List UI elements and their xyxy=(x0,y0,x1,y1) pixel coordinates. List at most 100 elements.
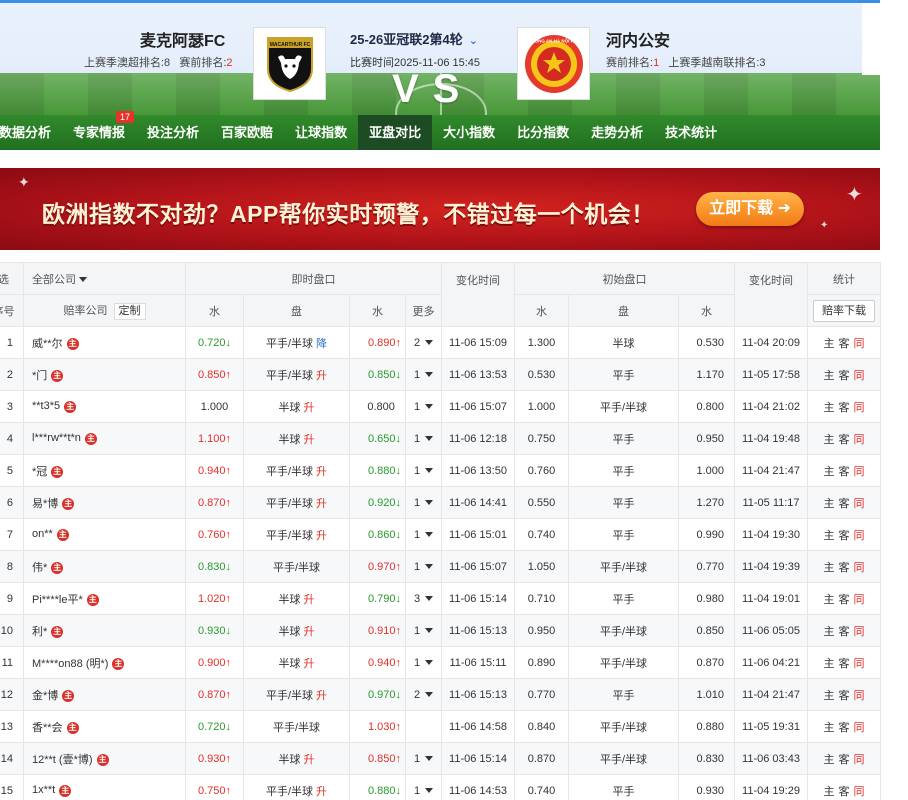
customize-button[interactable]: 定制 xyxy=(113,302,146,320)
more-dropdown[interactable]: 1 xyxy=(405,646,442,679)
stat-home-link[interactable]: 主 xyxy=(824,786,835,798)
stat-away-link[interactable]: 客 xyxy=(839,466,850,478)
stat-away-link[interactable]: 客 xyxy=(839,370,850,382)
nav-tab[interactable]: 比分指数 xyxy=(506,115,580,150)
nav-tab[interactable]: 投注分析 xyxy=(136,115,210,150)
stat-same-link[interactable]: 同 xyxy=(854,594,865,606)
stat-same-link[interactable]: 同 xyxy=(854,338,865,350)
stat-home-link[interactable]: 主 xyxy=(824,466,835,478)
company-cell[interactable]: Pi****le平* 主 xyxy=(23,582,186,615)
stat-same-link[interactable]: 同 xyxy=(854,402,865,414)
stat-away-link[interactable]: 客 xyxy=(839,338,850,350)
home-team-name[interactable]: 麦克阿瑟FC xyxy=(140,27,225,51)
stat-home-link[interactable]: 主 xyxy=(824,530,835,542)
stat-same-link[interactable]: 同 xyxy=(854,434,865,446)
company-cell[interactable]: 金*博主 xyxy=(23,678,186,711)
more-dropdown[interactable]: 1 xyxy=(405,614,442,647)
company-cell[interactable]: 香**会主 xyxy=(23,710,186,743)
company-cell[interactable]: *门主 xyxy=(23,358,186,391)
company-cell[interactable]: **t3*5 主 xyxy=(23,390,186,423)
stat-same-link[interactable]: 同 xyxy=(854,690,865,702)
away-team-name[interactable]: 河内公安 xyxy=(606,27,670,51)
company-cell[interactable]: 威**尔主 xyxy=(23,326,186,359)
download-app-button[interactable]: 立即下载 ➜ xyxy=(696,192,804,226)
nav-tab[interactable]: 亚盘对比 xyxy=(358,115,433,150)
row-number: 6 xyxy=(0,486,24,519)
more-dropdown[interactable]: 1 xyxy=(405,422,442,455)
stat-same-link[interactable]: 同 xyxy=(854,626,865,638)
all-companies-dropdown[interactable]: 全部公司 xyxy=(23,262,186,295)
live-water1: 0.750↑ xyxy=(185,774,244,800)
more-dropdown[interactable]: 3 xyxy=(405,582,442,615)
round-selector[interactable]: 25-26亚冠联2第4轮 ⌄ xyxy=(350,29,478,48)
more-dropdown[interactable]: 1 xyxy=(405,486,442,519)
nav-tab[interactable]: 大小指数 xyxy=(432,115,506,150)
stat-same-link[interactable]: 同 xyxy=(854,658,865,670)
nav-tab[interactable]: 走势分析 xyxy=(580,115,654,150)
nav-tab[interactable]: 专家情报 17 xyxy=(62,111,136,150)
stat-same-link[interactable]: 同 xyxy=(854,722,865,734)
more-dropdown[interactable]: 1 xyxy=(405,518,442,551)
more-dropdown[interactable]: 2 xyxy=(405,326,442,359)
stat-home-link[interactable]: 主 xyxy=(824,498,835,510)
away-team-logo[interactable]: CÔNG AN HÀ NỘI FC xyxy=(517,27,590,100)
home-logo-lettering: MACARTHUR FC xyxy=(269,42,310,48)
company-cell[interactable]: l***rw**t*n 主 xyxy=(23,422,186,455)
home-team-logo[interactable]: MACARTHUR FC xyxy=(253,27,326,100)
nav-tab[interactable]: 让球指数 xyxy=(284,115,358,150)
stat-same-link[interactable]: 同 xyxy=(854,498,865,510)
stat-away-link[interactable]: 客 xyxy=(839,498,850,510)
company-cell[interactable]: on** 主 xyxy=(23,518,186,551)
stat-home-link[interactable]: 主 xyxy=(824,402,835,414)
stat-home-link[interactable]: 主 xyxy=(824,562,835,574)
stat-same-link[interactable]: 同 xyxy=(854,786,865,798)
stat-home-link[interactable]: 主 xyxy=(824,338,835,350)
more-dropdown[interactable]: 1 xyxy=(405,358,442,391)
company-cell[interactable]: 易*博主 xyxy=(23,486,186,519)
stat-away-link[interactable]: 客 xyxy=(839,530,850,542)
stat-home-link[interactable]: 主 xyxy=(824,754,835,766)
stat-same-link[interactable]: 同 xyxy=(854,754,865,766)
live-change-time: 11-06 12:18 xyxy=(441,422,515,455)
stat-home-link[interactable]: 主 xyxy=(824,658,835,670)
stat-home-link[interactable]: 主 xyxy=(824,434,835,446)
company-cell[interactable]: 1x**t 主 xyxy=(23,774,186,800)
stat-same-link[interactable]: 同 xyxy=(854,530,865,542)
company-cell[interactable]: *冠主 xyxy=(23,454,186,487)
stat-home-link[interactable]: 主 xyxy=(824,626,835,638)
company-cell[interactable]: 伟* 主 xyxy=(23,550,186,583)
stat-same-link[interactable]: 同 xyxy=(854,562,865,574)
stat-away-link[interactable]: 客 xyxy=(839,594,850,606)
stat-away-link[interactable]: 客 xyxy=(839,434,850,446)
stat-away-link[interactable]: 客 xyxy=(839,626,850,638)
more-dropdown[interactable]: 1 xyxy=(405,454,442,487)
more-dropdown[interactable]: 1 xyxy=(405,774,442,800)
stat-away-link[interactable]: 客 xyxy=(839,658,850,670)
promo-banner[interactable]: ✦ ✦ ✦ 欧洲指数不对劲？APP帮你实时预警，不错过每一个机会！ 立即下载 ➜ xyxy=(0,168,880,250)
company-cell[interactable]: 12**t (壹*博) 主 xyxy=(23,742,186,775)
stat-away-link[interactable]: 客 xyxy=(839,754,850,766)
odds-download-button[interactable]: 赔率下载 xyxy=(813,299,875,322)
stat-away-link[interactable]: 客 xyxy=(839,722,850,734)
live-water1: 1.100↑ xyxy=(185,422,244,455)
stat-home-link[interactable]: 主 xyxy=(824,722,835,734)
nav-tab[interactable]: 技术统计 xyxy=(654,115,728,150)
more-dropdown[interactable]: 1 xyxy=(405,390,442,423)
company-cell[interactable]: M****on88 (明*) 主 xyxy=(23,646,186,679)
stat-away-link[interactable]: 客 xyxy=(839,786,850,798)
stat-home-link[interactable]: 主 xyxy=(824,594,835,606)
stat-away-link[interactable]: 客 xyxy=(839,402,850,414)
stat-home-link[interactable]: 主 xyxy=(824,370,835,382)
stat-same-link[interactable]: 同 xyxy=(854,370,865,382)
caret-down-icon xyxy=(425,500,434,506)
company-cell[interactable]: 利* 主 xyxy=(23,614,186,647)
more-dropdown[interactable]: 1 xyxy=(405,742,442,775)
stat-home-link[interactable]: 主 xyxy=(824,690,835,702)
nav-tab[interactable]: 百家欧赔 xyxy=(210,115,284,150)
stat-away-link[interactable]: 客 xyxy=(839,562,850,574)
more-dropdown[interactable]: 1 xyxy=(405,550,442,583)
stat-away-link[interactable]: 客 xyxy=(839,690,850,702)
stat-same-link[interactable]: 同 xyxy=(854,466,865,478)
nav-tab[interactable]: 数据分析 xyxy=(0,115,62,150)
more-dropdown[interactable]: 2 xyxy=(405,678,442,711)
